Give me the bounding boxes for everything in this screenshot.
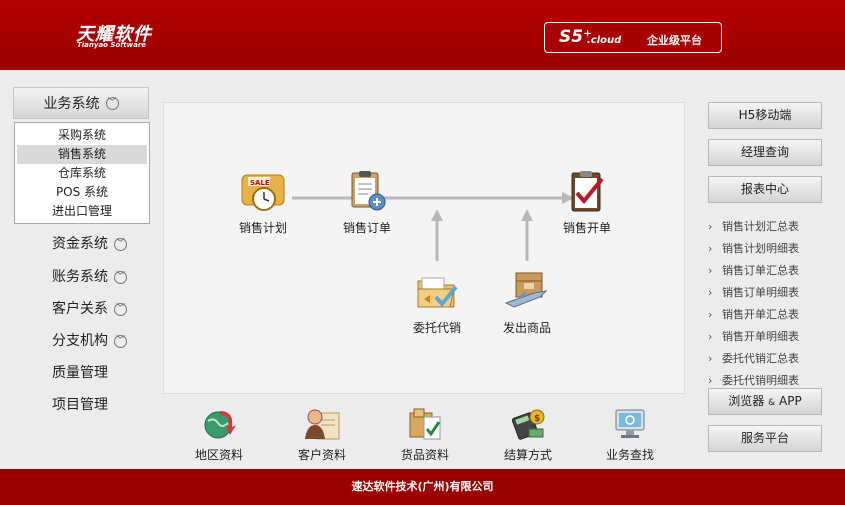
badge-cloud: .cloud	[587, 35, 622, 46]
flow-node-label: 销售计划	[238, 221, 287, 235]
shortcut-settlement-method[interactable]: $ 结算方式	[488, 405, 568, 463]
service-platform-button[interactable]: 服务平台	[708, 425, 822, 452]
shortcut-label: 货品资料	[400, 448, 449, 462]
nav-label: 客户关系	[52, 301, 108, 317]
report-link[interactable]: › 销售计划明细表	[708, 240, 799, 256]
nav-label: 资金系统	[52, 236, 108, 252]
report-link[interactable]: › 销售开单汇总表	[708, 306, 799, 322]
clipboard-check-icon	[564, 169, 610, 215]
flow-panel: SALE 销售计划 销售订单 销售开单 委托代销 发出商品	[163, 102, 685, 394]
nav-label: 分支机构	[52, 333, 108, 349]
shortcut-business-search[interactable]: 业务查找	[590, 405, 670, 463]
chevron-right-icon: ›	[708, 374, 713, 387]
chevron-down-icon: ﹀	[105, 96, 119, 110]
box-plane-icon	[504, 269, 550, 315]
shortcut-region-data[interactable]: 地区资料	[179, 405, 259, 463]
browser-app-button[interactable]: 浏览器 & APP	[708, 388, 822, 415]
submenu-item-purchase[interactable]: 采购系统	[17, 126, 147, 145]
header-bar: 天耀软件 Tianyao Software S5⁺ .cloud 企业级平台	[0, 0, 845, 70]
folder-check-icon	[414, 269, 460, 315]
app-label: APP	[779, 394, 802, 408]
submenu-item-warehouse[interactable]: 仓库系统	[17, 164, 147, 183]
footer-bar: 速达软件技术(广州)有限公司	[0, 469, 845, 505]
submenu-item-sales[interactable]: 销售系统	[17, 145, 147, 164]
nav-active-label: 业务系统	[43, 96, 100, 112]
report-link-label: 销售开单汇总表	[722, 308, 799, 321]
flow-node-sales-invoice[interactable]: 销售开单	[547, 169, 627, 236]
nav-label: 项目管理	[52, 397, 108, 413]
chevron-down-icon: ﹀	[114, 302, 127, 316]
flow-node-sales-plan[interactable]: SALE 销售计划	[223, 169, 303, 236]
nav-label: 账务系统	[52, 269, 108, 285]
flow-node-goods-issued[interactable]: 发出商品	[487, 269, 567, 336]
badge-platform: 企业级平台	[647, 34, 702, 47]
nav-item-business-system[interactable]: 业务系统 ﹀	[13, 87, 149, 119]
report-link-label: 委托代销明细表	[722, 374, 799, 387]
shortcut-label: 客户资料	[297, 448, 346, 462]
flow-node-label: 发出商品	[502, 321, 551, 335]
person-card-icon	[303, 405, 341, 443]
chevron-right-icon: ›	[708, 264, 713, 277]
flow-arrows	[292, 192, 574, 261]
globe-arrow-icon	[200, 405, 238, 443]
flow-node-consignment[interactable]: 委托代销	[397, 269, 477, 336]
platform-badge: S5⁺ .cloud 企业级平台	[544, 22, 722, 53]
report-link[interactable]: › 销售订单汇总表	[708, 262, 799, 278]
report-link[interactable]: › 销售开单明细表	[708, 328, 799, 344]
svg-text:$: $	[534, 414, 540, 424]
ampersand-label: &	[768, 398, 776, 408]
browser-label: 浏览器	[728, 394, 765, 408]
report-center-button[interactable]: 报表中心	[708, 176, 822, 203]
report-link[interactable]: › 销售计划汇总表	[708, 218, 799, 234]
monitor-search-icon	[611, 405, 649, 443]
report-link-label: 委托代销汇总表	[722, 352, 799, 365]
shortcut-label: 业务查找	[605, 448, 654, 462]
shortcut-label: 结算方式	[503, 448, 552, 462]
svg-text:SALE: SALE	[250, 179, 270, 187]
chevron-right-icon: ›	[708, 308, 713, 321]
nav-item-accounting[interactable]: 账务系统 ﹀	[52, 266, 127, 288]
clipboard-add-icon	[344, 169, 390, 215]
report-link[interactable]: › 委托代销汇总表	[708, 350, 799, 366]
chevron-right-icon: ›	[708, 242, 713, 255]
nav-item-crm[interactable]: 客户关系 ﹀	[52, 298, 127, 320]
report-link-label: 销售开单明细表	[722, 330, 799, 343]
report-link-label: 销售计划汇总表	[722, 220, 799, 233]
footer-company: 速达软件技术(广州)有限公司	[351, 480, 494, 493]
chevron-down-icon: ﹀	[114, 237, 127, 251]
nav-item-projects[interactable]: 项目管理	[52, 394, 108, 416]
sale-clock-icon: SALE	[240, 169, 286, 215]
report-link-label: 销售计划明细表	[722, 242, 799, 255]
shortcut-label: 地区资料	[194, 448, 243, 462]
chevron-right-icon: ›	[708, 352, 713, 365]
flow-node-sales-order[interactable]: 销售订单	[327, 169, 407, 236]
nav-item-branches[interactable]: 分支机构 ﹀	[52, 330, 127, 352]
shortcut-customer-data[interactable]: 客户资料	[282, 405, 362, 463]
submenu: 采购系统 销售系统 仓库系统 POS 系统 进出口管理	[14, 122, 150, 224]
h5-mobile-button[interactable]: H5移动端	[708, 102, 822, 129]
logo-subtext: Tianyao Software	[77, 41, 147, 49]
manager-query-button[interactable]: 经理查询	[708, 139, 822, 166]
flow-node-label: 委托代销	[412, 321, 461, 335]
report-link[interactable]: › 销售订单明细表	[708, 284, 799, 300]
chevron-right-icon: ›	[708, 220, 713, 233]
flow-node-label: 销售订单	[342, 221, 391, 235]
box-check-icon	[406, 405, 444, 443]
flow-node-label: 销售开单	[562, 221, 611, 235]
report-link-label: 销售订单明细表	[722, 286, 799, 299]
submenu-item-pos[interactable]: POS 系统	[17, 183, 147, 202]
calculator-money-icon: $	[509, 405, 547, 443]
nav-item-quality[interactable]: 质量管理	[52, 362, 108, 384]
nav-label: 质量管理	[52, 365, 108, 381]
chevron-right-icon: ›	[708, 286, 713, 299]
chevron-right-icon: ›	[708, 330, 713, 343]
submenu-item-import-export[interactable]: 进出口管理	[17, 202, 147, 221]
shortcut-product-data[interactable]: 货品资料	[385, 405, 465, 463]
report-link-label: 销售订单汇总表	[722, 264, 799, 277]
report-link[interactable]: › 委托代销明细表	[708, 372, 799, 388]
chevron-down-icon: ﹀	[114, 334, 127, 348]
nav-item-funds[interactable]: 资金系统 ﹀	[52, 233, 127, 255]
chevron-down-icon: ﹀	[114, 270, 127, 284]
